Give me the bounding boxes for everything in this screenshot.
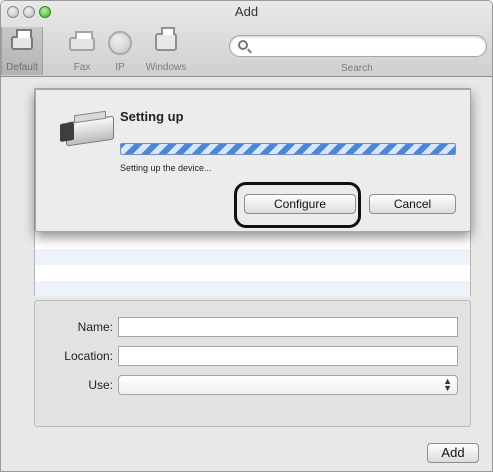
add-button[interactable]: Add <box>427 443 479 463</box>
search-icon <box>238 40 248 50</box>
location-field[interactable] <box>118 346 458 366</box>
sheet-title: Setting up <box>120 109 184 124</box>
list-item <box>35 249 470 265</box>
status-text: Setting up the device... <box>120 163 212 173</box>
printer-icon <box>60 109 118 147</box>
printer-details-form: Name: Location: Use: ▲ ▼ <box>34 300 471 427</box>
toolbar: Add Default Fax IP Windows Search <box>1 1 492 77</box>
toolbar-windows-label: Windows <box>145 62 187 73</box>
configure-highlight <box>234 182 361 228</box>
list-item <box>35 265 470 281</box>
updown-arrows-icon: ▲ ▼ <box>443 376 452 393</box>
list-item <box>35 281 470 297</box>
name-field[interactable] <box>118 317 458 337</box>
search-label: Search <box>341 63 373 74</box>
use-select[interactable]: ▲ ▼ <box>118 375 458 395</box>
search-field[interactable] <box>229 35 487 57</box>
cancel-button[interactable]: Cancel <box>369 194 456 214</box>
toolbar-default-label: Default <box>6 62 38 73</box>
location-label: Location: <box>64 349 113 363</box>
toolbar-default-button[interactable]: Default <box>1 27 43 75</box>
fax-icon <box>69 31 95 51</box>
globe-icon <box>108 31 132 55</box>
use-label: Use: <box>88 378 113 392</box>
windows-printer-icon <box>155 27 177 51</box>
name-label: Name: <box>77 320 113 334</box>
add-printer-window: Add Default Fax IP Windows Search Settin… <box>0 0 493 472</box>
default-printer-icon <box>11 29 33 50</box>
window-title: Add <box>234 4 259 19</box>
toolbar-ip-button[interactable]: IP <box>103 27 137 75</box>
toolbar-fax-label: Fax <box>73 62 91 73</box>
toolbar-ip-label: IP <box>115 62 125 73</box>
toolbar-fax-button[interactable]: Fax <box>65 27 99 75</box>
progress-bar <box>120 143 456 155</box>
toolbar-windows-button[interactable]: Windows <box>142 27 190 75</box>
